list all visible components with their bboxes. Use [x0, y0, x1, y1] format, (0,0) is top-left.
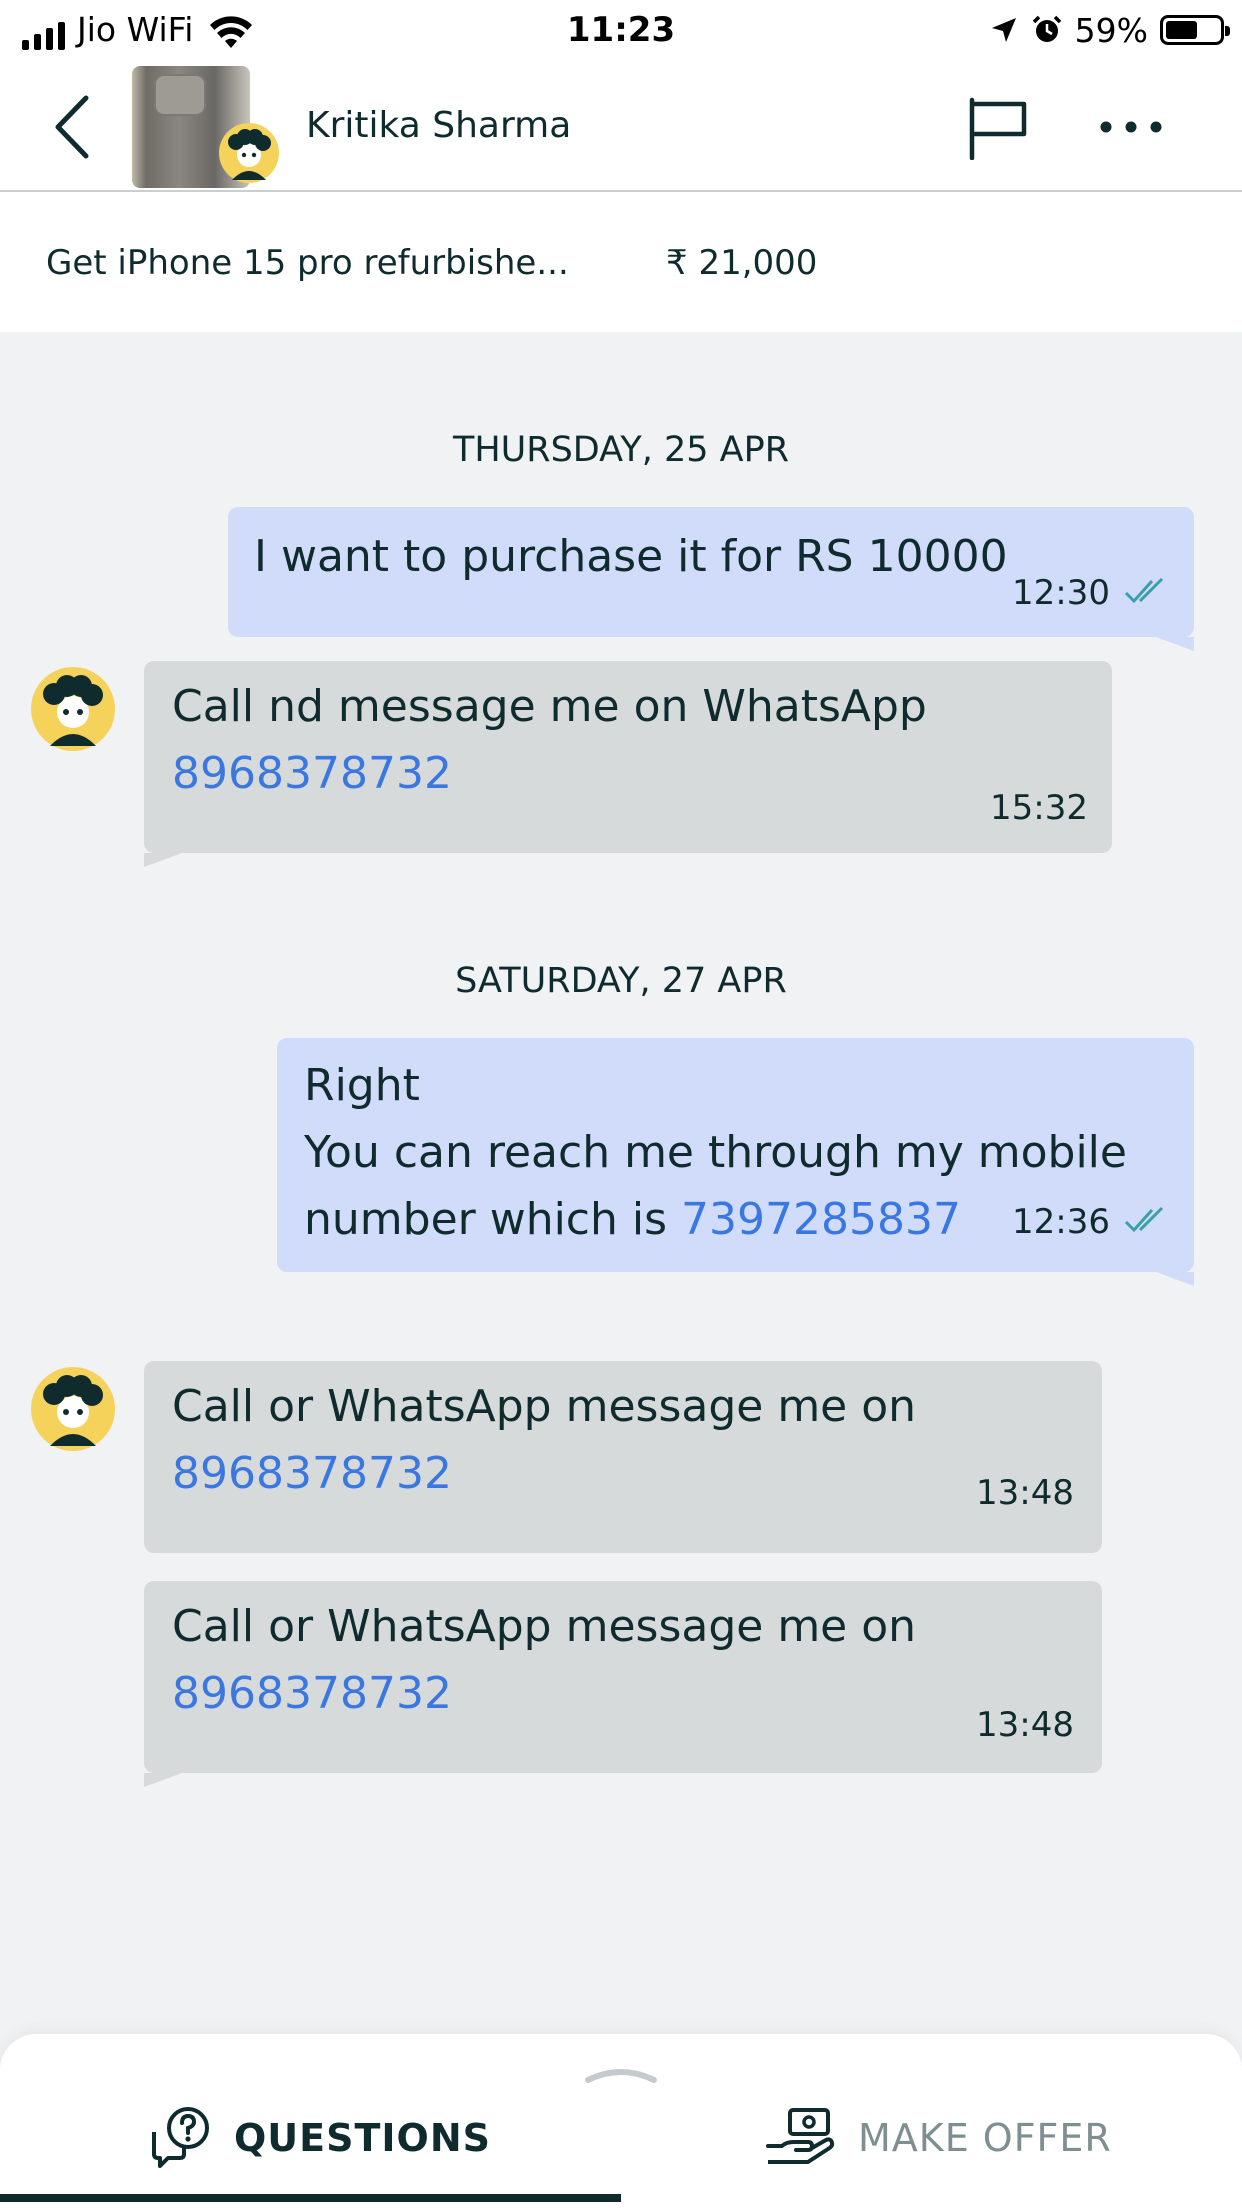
bubble-tail: [1156, 1272, 1194, 1286]
message-line: Right: [304, 1060, 420, 1111]
product-title: Get iPhone 15 pro refurbishe...: [46, 243, 569, 283]
expand-handle-icon[interactable]: [584, 2064, 658, 2084]
active-tab-indicator: [0, 2194, 621, 2202]
bubble-tail: [144, 1773, 182, 1787]
status-right: 59%: [989, 10, 1230, 50]
questions-icon: [152, 2107, 209, 2168]
message-line: You can reach me through my mobile: [304, 1127, 1127, 1178]
make-offer-icon: [766, 2108, 835, 2164]
phone-link[interactable]: 8968378732: [172, 1440, 452, 1507]
tab-make-offer[interactable]: MAKE OFFER: [764, 2098, 1112, 2178]
tab-questions-label: QUESTIONS: [234, 2116, 492, 2160]
battery-icon: [1160, 15, 1230, 45]
tab-make-offer-label: MAKE OFFER: [858, 2116, 1112, 2160]
date-separator: THURSDAY, 25 APR: [452, 430, 790, 470]
bubble-tail: [144, 853, 182, 867]
read-receipt-icon: [1124, 577, 1164, 604]
seller-name[interactable]: Kritika Sharma: [306, 104, 571, 148]
message-bubble-received[interactable]: Call or WhatsApp message me on 896837873…: [144, 1581, 1102, 1773]
chat-header: Kritika Sharma: [0, 62, 1242, 192]
battery-fill: [1166, 21, 1197, 39]
message-text: I want to purchase it for RS 10000: [254, 531, 1008, 582]
message-time: 13:48: [976, 1705, 1074, 1745]
seller-avatar[interactable]: [218, 122, 280, 184]
message-text: number which is: [304, 1194, 682, 1245]
alarm-icon: [1032, 15, 1061, 42]
product-price: ₹ 21,000: [666, 243, 818, 283]
phone-link[interactable]: 8968378732: [172, 740, 452, 807]
more-options-icon[interactable]: [1096, 102, 1166, 152]
phone-link[interactable]: 7397285837: [681, 1194, 961, 1245]
message-time: 12:30: [1012, 573, 1110, 613]
product-summary-bar[interactable]: Get iPhone 15 pro refurbishe... ₹ 21,000: [0, 192, 1242, 332]
message-bubble-sent[interactable]: I want to purchase it for RS 10000 12:30: [228, 507, 1194, 637]
bottom-action-panel: QUESTIONS MAKE OFFER: [0, 2034, 1242, 2208]
message-text: Call or WhatsApp message me on: [172, 1381, 917, 1432]
read-receipt-icon: [1124, 1206, 1164, 1233]
message-line: number which is 7397285837: [304, 1186, 961, 1253]
flag-icon[interactable]: [966, 96, 1030, 160]
tab-questions[interactable]: QUESTIONS: [146, 2098, 491, 2178]
message-time: 12:36: [1012, 1202, 1110, 1242]
seller-avatar[interactable]: [30, 666, 116, 752]
message-text: Call or WhatsApp message me on: [172, 1601, 917, 1652]
location-arrow-icon: [991, 18, 1016, 42]
message-text: Call nd message me on WhatsApp: [172, 681, 927, 732]
message-bubble-received[interactable]: Call nd message me on WhatsApp 896837873…: [144, 661, 1112, 853]
date-separator: SATURDAY, 27 APR: [455, 961, 787, 1001]
message-bubble-received[interactable]: Call or WhatsApp message me on 896837873…: [144, 1361, 1102, 1553]
back-arrow-icon[interactable]: [48, 92, 98, 162]
status-bar: Jio WiFi 11:23 59%: [0, 0, 1242, 62]
battery-percent: 59%: [1074, 10, 1148, 50]
bubble-tail: [1156, 637, 1194, 651]
message-time: 13:48: [976, 1473, 1074, 1513]
message-bubble-sent[interactable]: Right You can reach me through my mobile…: [277, 1038, 1194, 1272]
camera-module: [154, 74, 206, 116]
phone-link[interactable]: 8968378732: [172, 1660, 452, 1727]
message-time: 15:32: [990, 788, 1088, 828]
seller-avatar[interactable]: [30, 1366, 116, 1452]
